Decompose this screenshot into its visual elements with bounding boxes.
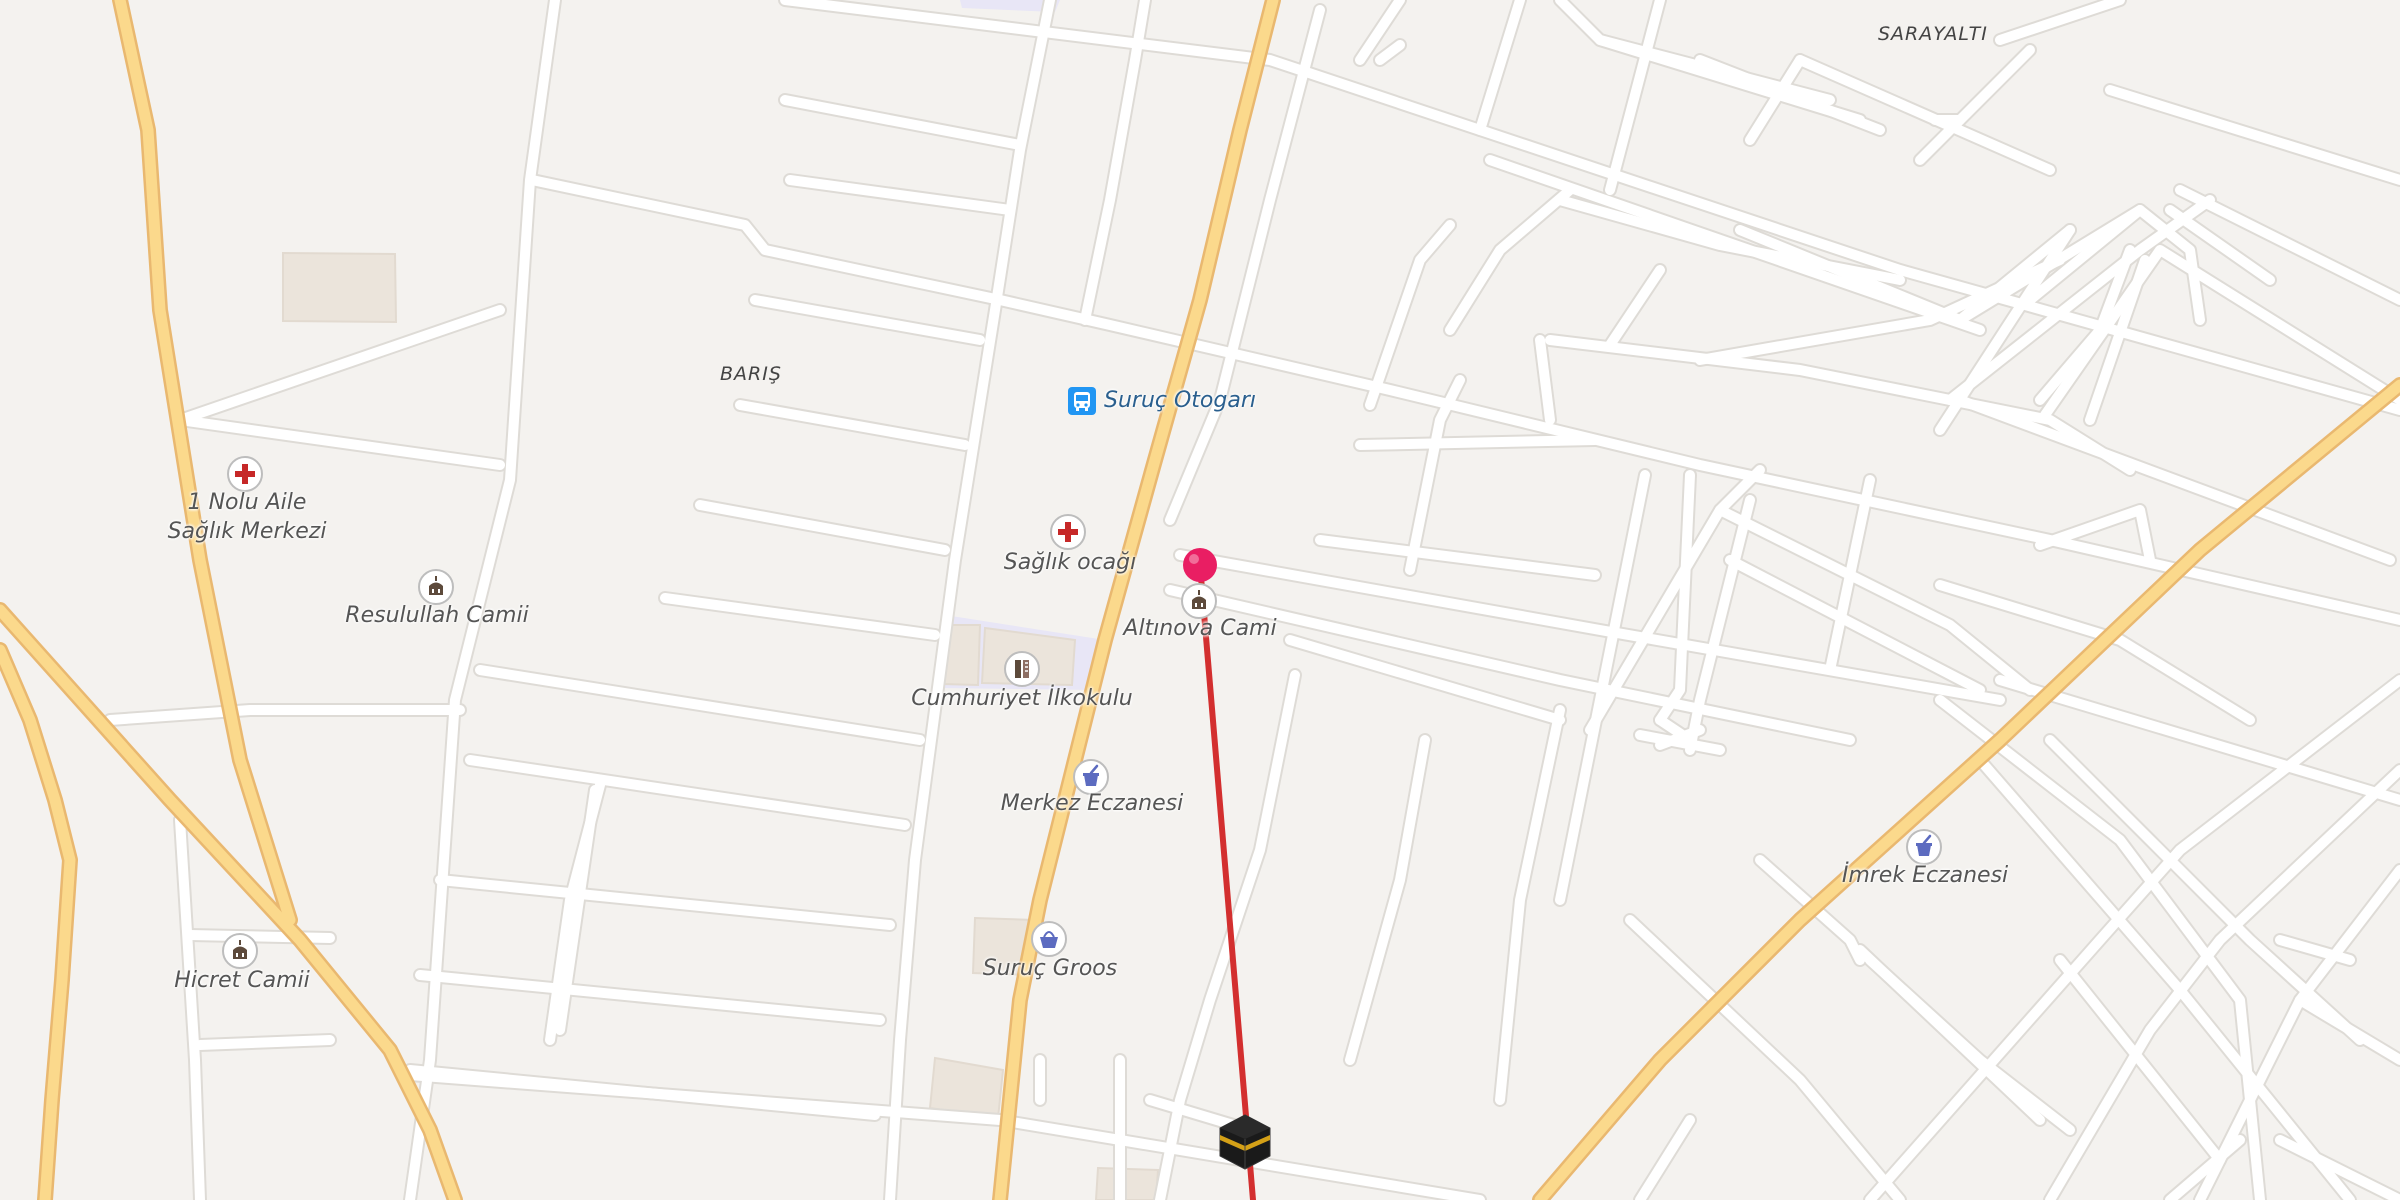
place-label-line1: 1 Nolu Aile — [187, 490, 307, 515]
mosque-icon — [1192, 590, 1206, 609]
minor-roads — [103, 0, 2400, 1200]
map-canvas[interactable]: SARAYALTI BARIŞ Suruç Otogarı Sağlık oca… — [0, 0, 2400, 1200]
pharmacy-icon — [1916, 834, 1932, 856]
place-label-suruc-groos[interactable]: Suruç Groos — [983, 954, 1117, 983]
poi-hicret-camii[interactable] — [222, 933, 258, 969]
district-label-sarayalti: SARAYALTI — [1878, 23, 1988, 45]
place-label-altinova-cami[interactable]: Altınova Cami — [1123, 614, 1276, 643]
place-label-bus-station[interactable]: Suruç Otogarı — [1104, 386, 1256, 415]
poi-aile-saglik-merkezi[interactable] — [227, 456, 263, 492]
mosque-icon — [429, 576, 443, 595]
poi-resulullah-camii[interactable] — [418, 569, 454, 605]
poi-suruc-groos[interactable] — [1031, 921, 1067, 957]
place-label-cumhuriyet-ilkokulu[interactable]: Cumhuriyet İlkokulu — [911, 684, 1133, 713]
bus-icon — [1074, 392, 1090, 411]
bus-station-marker[interactable] — [1068, 387, 1096, 415]
district-label-baris: BARIŞ — [720, 363, 782, 385]
place-label-imrek-eczanesi[interactable]: İmrek Eczanesi — [1842, 861, 2008, 890]
red-cross-icon — [235, 464, 255, 484]
location-pin[interactable] — [1180, 545, 1220, 585]
building — [282, 251, 398, 324]
shopping-basket-icon — [1040, 931, 1058, 948]
place-label-hicret-camii[interactable]: Hicret Camii — [174, 966, 309, 995]
red-cross-icon — [1058, 522, 1078, 542]
place-label-merkez-eczanesi[interactable]: Merkez Eczanesi — [1001, 789, 1183, 818]
kaaba-icon — [1219, 1114, 1271, 1170]
place-label-saglik-ocagi[interactable]: Sağlık ocağı — [1004, 548, 1136, 577]
place-label-line2: Sağlık Merkezi — [167, 519, 327, 544]
poi-saglik-ocagi[interactable] — [1050, 514, 1086, 550]
location-pin-icon — [1183, 548, 1217, 582]
kaaba-marker[interactable] — [1217, 1113, 1273, 1171]
place-label-aile-saglik-merkezi[interactable]: 1 Nolu Aile Sağlık Merkezi — [168, 488, 327, 546]
mosque-icon — [233, 940, 247, 959]
school-icon — [1015, 660, 1029, 678]
poi-imrek-eczanesi[interactable] — [1906, 829, 1942, 865]
poi-cumhuriyet-ilkokulu[interactable] — [1004, 651, 1040, 687]
place-label-resulullah-camii[interactable]: Resulullah Camii — [345, 601, 528, 630]
